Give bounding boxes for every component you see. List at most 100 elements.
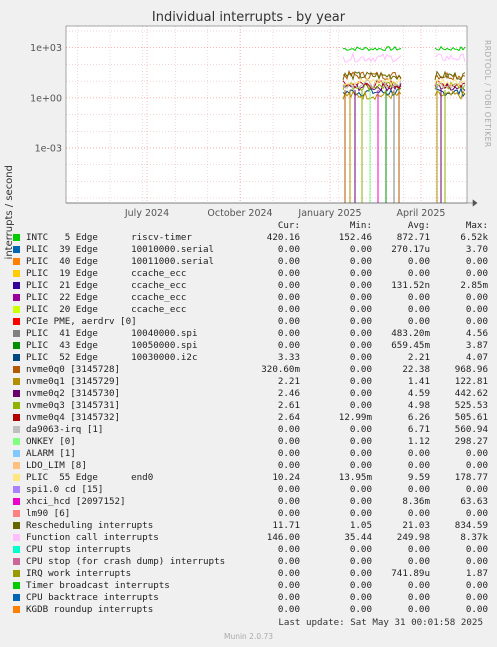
legend-min: 0.00	[349, 592, 372, 603]
legend-swatch	[13, 498, 20, 505]
legend-max: 0.00	[465, 556, 488, 567]
legend-row: INTC 5 Edge riscv-timer 420.16 152.46 872.7…	[12, 232, 492, 244]
legend-min: 0.00	[349, 484, 372, 495]
legend-max: 63.63	[460, 496, 488, 507]
legend-swatch	[13, 522, 20, 529]
legend-max: 0.00	[465, 604, 488, 615]
legend-cur: 0.00	[277, 292, 300, 303]
legend-label: nvme0q2 [3145730]	[26, 388, 121, 399]
legend-max: 4.07	[465, 352, 488, 363]
legend-avg: 0.00	[407, 592, 430, 603]
legend-min: 0.00	[349, 460, 372, 471]
legend-cur: 420.16	[266, 232, 300, 243]
legend-avg: 6.26	[407, 412, 430, 423]
legend-row: PLIC 21 Edge ccache_ecc 0.00 0.00 131.52n 2.…	[12, 280, 492, 292]
legend-label: PCIe PME, aerdrv [0]	[26, 316, 137, 327]
legend-avg: 659.45m	[391, 340, 430, 351]
legend-swatch	[13, 402, 20, 409]
legend-swatch	[13, 450, 20, 457]
legend-cur: 0.00	[277, 484, 300, 495]
legend-swatch	[13, 474, 20, 481]
legend-cur: 0.00	[277, 460, 300, 471]
legend-min: 0.00	[349, 244, 372, 255]
legend-label: PLIC 39 Edge 10010000.serial	[26, 244, 215, 255]
legend-swatch	[13, 606, 20, 613]
legend-max: 3.70	[465, 244, 488, 255]
munin-version: Munin 2.0.73	[223, 632, 274, 641]
legend-swatch	[13, 486, 20, 493]
legend-avg: 0.00	[407, 304, 430, 315]
legend-max: 4.56	[465, 328, 488, 339]
legend-min: 1.05	[349, 520, 372, 531]
legend-min: 0.00	[349, 388, 372, 399]
legend-cur: 0.00	[277, 328, 300, 339]
legend-swatch	[13, 246, 20, 253]
legend-avg: 0.00	[407, 268, 430, 279]
x-tick-label: April 2025	[397, 208, 446, 219]
legend-cur: 320.60m	[261, 364, 300, 375]
legend-max: 0.00	[465, 508, 488, 519]
legend-swatch	[13, 546, 20, 553]
legend-label: da9063-irq [1]	[26, 424, 104, 435]
legend-avg: 0.00	[407, 544, 430, 555]
legend-label: CPU backtrace interrupts	[26, 592, 159, 603]
legend-min: 0.00	[349, 316, 372, 327]
last-update: Last update: Sat May 31 00:01:58 2025	[278, 617, 483, 628]
header-max: Max:	[465, 220, 488, 231]
legend-cur: 0.00	[277, 268, 300, 279]
legend-cur: 0.00	[277, 304, 300, 315]
legend-label: nvme0q0 [3145728]	[26, 364, 121, 375]
legend-cur: 0.00	[277, 556, 300, 567]
legend-min: 12.99m	[338, 412, 372, 423]
legend-min: 0.00	[349, 268, 372, 279]
legend-swatch	[13, 390, 20, 397]
legend-swatch	[13, 582, 20, 589]
y-tick-label: 1e+03	[30, 43, 62, 54]
legend-cur: 2.46	[277, 388, 300, 399]
legend-swatch	[13, 234, 20, 241]
legend-max: 442.62	[454, 388, 488, 399]
legend-max: 1.87	[465, 568, 488, 579]
legend-row: PLIC 41 Edge 10040000.spi 0.00 0.00 483.20m…	[12, 328, 492, 340]
legend-row: PLIC 55 Edge end0 10.24 13.95m 9.59 178.77	[12, 472, 492, 484]
legend-cur: 2.21	[277, 376, 300, 387]
legend-row: nvme0q0 [3145728] 320.60m 0.00 22.38 968.96	[12, 364, 492, 376]
legend-avg: 0.00	[407, 604, 430, 615]
legend-avg: 249.98	[396, 532, 430, 543]
legend-min: 0.00	[349, 376, 372, 387]
legend-row: da9063-irq [1] 0.00 0.00 6.71 560.94	[12, 424, 492, 436]
legend-avg: 4.59	[407, 388, 430, 399]
legend-row: PLIC 40 Edge 10011000.serial 0.00 0.00 0.00…	[12, 256, 492, 268]
legend-row: CPU stop interrupts 0.00 0.00 0.00 0.00	[12, 544, 492, 556]
legend-min: 0.00	[349, 580, 372, 591]
legend-cur: 146.00	[266, 532, 300, 543]
header-avg: Avg:	[407, 220, 430, 231]
legend-min: 0.00	[349, 604, 372, 615]
legend-cur: 0.00	[277, 280, 300, 291]
legend-avg: 0.00	[407, 508, 430, 519]
legend-min: 152.46	[338, 232, 372, 243]
legend-row: nvme0q3 [3145731] 2.61 0.00 4.98 525.53	[12, 400, 492, 412]
legend-cur: 2.61	[277, 400, 300, 411]
legend-label: CPU stop (for crash dump) interrupts	[26, 556, 226, 567]
legend-min: 0.00	[349, 556, 372, 567]
legend-min: 0.00	[349, 256, 372, 267]
legend: Cur: Min: Avg: Max: INTC 5 Edge riscv-ti…	[12, 220, 492, 616]
legend-swatch	[13, 426, 20, 433]
legend-swatch	[13, 438, 20, 445]
legend-swatch	[13, 510, 20, 517]
legend-swatch	[13, 414, 20, 421]
legend-row: nvme0q1 [3145729] 2.21 0.00 1.41 122.81	[12, 376, 492, 388]
legend-avg: 6.71	[407, 424, 430, 435]
legend-cur: 0.00	[277, 544, 300, 555]
legend-max: 0.00	[465, 448, 488, 459]
legend-max: 0.00	[465, 460, 488, 471]
legend-row: CPU stop (for crash dump) interrupts 0.00…	[12, 556, 492, 568]
legend-row: nvme0q2 [3145730] 2.46 0.00 4.59 442.62	[12, 388, 492, 400]
legend-max: 0.00	[465, 580, 488, 591]
legend-max: 0.00	[465, 304, 488, 315]
legend-min: 0.00	[349, 364, 372, 375]
legend-cur: 0.00	[277, 448, 300, 459]
legend-swatch	[13, 306, 20, 313]
legend-label: lm90 [6]	[26, 508, 71, 519]
